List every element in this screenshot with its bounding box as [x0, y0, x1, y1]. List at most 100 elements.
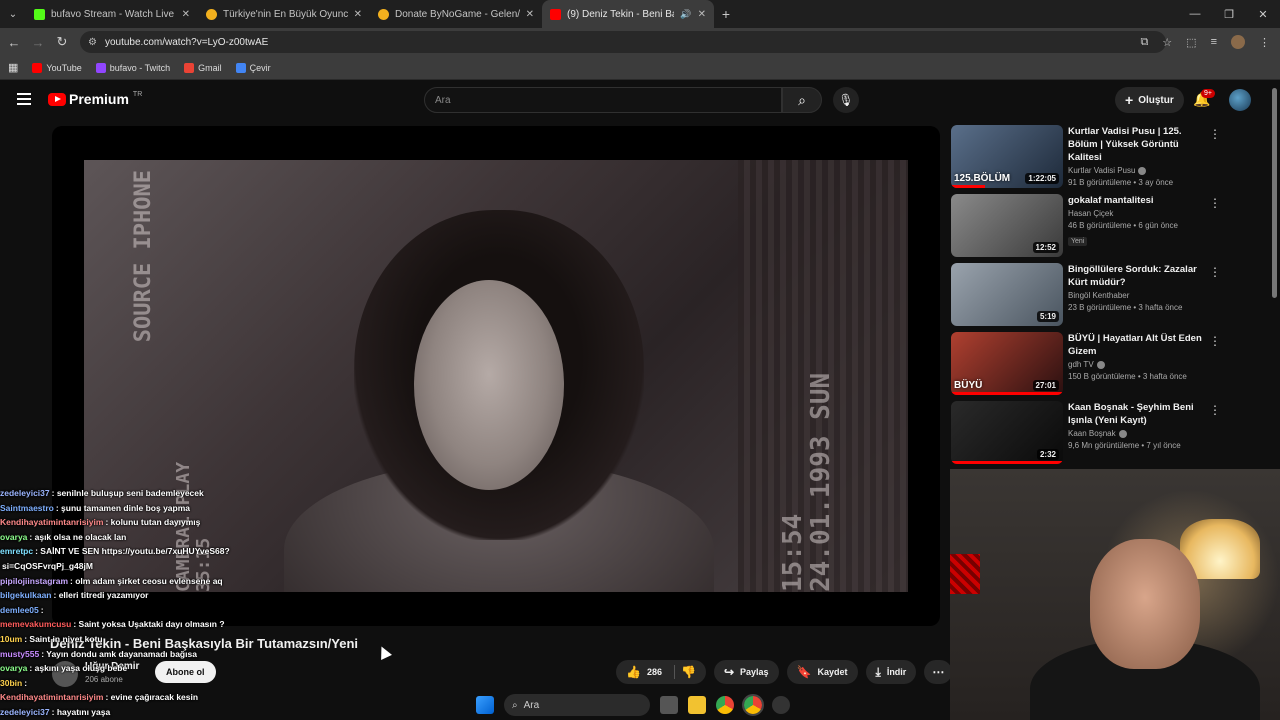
youtube-icon	[32, 62, 43, 73]
chat-text: : evine çağıracak kesin	[105, 692, 199, 703]
site-info-icon[interactable]: ⚙	[88, 37, 97, 48]
new-tab-button[interactable]: +	[714, 6, 738, 22]
video-thumbnail[interactable]: 5:19	[951, 263, 1063, 326]
close-tab-icon[interactable]: ✕	[354, 9, 362, 20]
chat-message: 10um: Saint in niyet kotu	[0, 632, 250, 647]
taskbar-search[interactable]: ⌕ Ara	[504, 694, 650, 716]
more-menu-icon[interactable]: ⋮	[1259, 36, 1270, 49]
channel-name[interactable]: Kaan Boşnak	[1068, 429, 1208, 438]
create-label: Oluştur	[1138, 94, 1174, 106]
close-window-icon[interactable]: ✕	[1246, 0, 1280, 28]
like-button[interactable]: 👍 286 👎	[616, 660, 706, 684]
restore-icon[interactable]: ❐	[1212, 0, 1246, 28]
close-tab-icon[interactable]: ✕	[526, 9, 534, 20]
bookmark-youtube[interactable]: YouTube	[32, 62, 82, 73]
windows-start-icon[interactable]	[476, 696, 494, 714]
youtube-logo-icon	[48, 92, 66, 106]
video-thumbnail[interactable]: 125.BÖLÜM 1:22:05	[951, 125, 1063, 188]
video-title[interactable]: Kaan Boşnak - Şeyhim Beni Işınla (Yeni K…	[1068, 401, 1208, 427]
recommended-video[interactable]: BÜYÜ 27:01 BÜYÜ | Hayatları Alt Üst Eden G…	[951, 332, 1231, 400]
channel-name[interactable]: gdh TV	[1068, 360, 1208, 369]
tab-title: (9) Deniz Tekin - Beni Başka	[567, 8, 674, 20]
more-options-icon[interactable]: ⋮	[1209, 127, 1221, 141]
bookmark-twitch[interactable]: bufavo - Twitch	[95, 62, 170, 73]
tab-search-button[interactable]: ⌄	[0, 0, 26, 28]
download-icon: ⤓	[875, 664, 881, 679]
browser-tab[interactable]: Donate ByNoGame - Gelen/Gid ✕	[370, 0, 542, 28]
search-icon[interactable]: ⌕	[782, 87, 822, 113]
chat-text: : aşkını yaşa oluşg bebe	[29, 663, 128, 674]
channel-name[interactable]: Kurtlar Vadisi Pusu	[1068, 166, 1208, 175]
more-options-icon[interactable]: ⋮	[1209, 265, 1221, 279]
search-icon: ⌕	[512, 699, 518, 711]
video-thumbnail[interactable]: 12:52	[951, 194, 1063, 257]
video-person-face	[414, 280, 564, 490]
cast-icon[interactable]: ⧉	[1140, 36, 1148, 49]
video-title[interactable]: gokalaf mantalitesi	[1068, 194, 1208, 207]
video-thumbnail[interactable]: BÜYÜ 27:01	[951, 332, 1063, 395]
chat-message: zedeleyici37: senilnle buluşup seni bade…	[0, 486, 250, 501]
video-actions: 👍 286 👎 ↪ Paylaş 🔖 Kaydet ⤓ İndir ⋯	[616, 660, 953, 684]
account-avatar[interactable]	[1229, 89, 1251, 111]
chat-username: 10um	[0, 633, 23, 644]
video-title[interactable]: Kurtlar Vadisi Pusu | 125. Bölüm | Yükse…	[1068, 125, 1208, 164]
share-button[interactable]: ↪ Paylaş	[713, 660, 779, 684]
chat-text: : Saint yoksa Uşaktaki dayı olmasın ?	[73, 619, 225, 630]
more-options-icon[interactable]: ⋮	[1209, 196, 1221, 210]
save-button[interactable]: 🔖 Kaydet	[786, 660, 858, 684]
youtube-premium-logo[interactable]: Premium TR	[48, 91, 142, 107]
channel-name-text: Kurtlar Vadisi Pusu	[1068, 166, 1136, 175]
reading-list-icon[interactable]: ≡	[1211, 36, 1217, 48]
page-scrollbar[interactable]	[1272, 88, 1277, 298]
chat-message: memevakumcusu: Saint yoksa Uşaktaki dayı…	[0, 617, 250, 632]
url-text: youtube.com/watch?v=LyO-z00twAE	[104, 36, 269, 48]
forward-icon[interactable]: →	[26, 28, 50, 56]
speaker-icon[interactable]: 🔊	[680, 9, 691, 20]
search-input[interactable]: Ara	[424, 87, 782, 113]
share-icon: ↪	[723, 665, 734, 679]
more-options-icon[interactable]: ⋮	[1209, 334, 1221, 348]
close-tab-icon[interactable]: ✕	[698, 9, 706, 20]
bookmark-translate[interactable]: Çevir	[235, 62, 271, 73]
extensions-icon[interactable]: ⬚	[1186, 36, 1196, 49]
url-bar[interactable]: ⚙ youtube.com/watch?v=LyO-z00twAE	[80, 31, 1166, 53]
profile-avatar[interactable]	[1231, 35, 1245, 49]
channel-name[interactable]: Hasan Çiçek	[1068, 209, 1208, 218]
chat-username: demlee05	[0, 604, 39, 615]
chrome-icon[interactable]	[716, 696, 734, 714]
menu-icon[interactable]	[17, 93, 31, 105]
task-view-icon[interactable]	[660, 696, 678, 714]
channel-name[interactable]: Bingöl Kenthaber	[1068, 291, 1208, 300]
red-object	[950, 554, 980, 594]
streamer-webcam	[950, 469, 1280, 720]
chrome-active-icon[interactable]	[742, 694, 764, 716]
back-icon[interactable]: ←	[2, 28, 26, 56]
app-icon[interactable]	[772, 696, 790, 714]
video-meta: BÜYÜ | Hayatları Alt Üst Eden Gizem gdh T…	[1068, 332, 1208, 381]
download-button[interactable]: ⤓ İndir	[865, 660, 917, 684]
chat-text: : senilnle buluşup seni bademleyecek	[51, 488, 204, 498]
video-title[interactable]: Bingöllülere Sorduk: Zazalar Kürt müdür?	[1068, 263, 1208, 289]
browser-tab-active[interactable]: (9) Deniz Tekin - Beni Başka 🔊 ✕	[542, 0, 714, 28]
recommended-video[interactable]: 5:19 Bingöllülere Sorduk: Zazalar Kürt mü…	[951, 263, 1231, 331]
video-title[interactable]: BÜYÜ | Hayatları Alt Üst Eden Gizem	[1068, 332, 1208, 358]
more-options-icon[interactable]: ⋮	[1209, 403, 1221, 417]
recommended-video[interactable]: 125.BÖLÜM 1:22:05 Kurtlar Vadisi Pusu | 12…	[951, 125, 1231, 193]
mic-icon[interactable]: 🎙	[833, 87, 859, 113]
bookmark-star-icon[interactable]: ☆	[1162, 36, 1172, 49]
bynogame-favicon-icon	[206, 8, 217, 20]
minimize-icon[interactable]: —	[1178, 0, 1212, 28]
apps-grid-icon[interactable]: ▦	[8, 61, 18, 74]
reload-icon[interactable]: ↻	[50, 28, 74, 56]
thumbs-down-icon[interactable]: 👎	[681, 665, 696, 679]
close-tab-icon[interactable]: ✕	[182, 9, 190, 20]
more-actions-button[interactable]: ⋯	[924, 660, 953, 684]
create-button[interactable]: + Oluştur	[1115, 87, 1184, 113]
file-explorer-icon[interactable]	[688, 696, 706, 714]
bookmark-gmail[interactable]: Gmail	[184, 62, 222, 73]
browser-tab[interactable]: Türkiye'nin En Büyük Oyuncu D ✕	[198, 0, 370, 28]
browser-tab[interactable]: bufavo Stream - Watch Live on ✕	[26, 0, 198, 28]
recommended-video[interactable]: 12:52 gokalaf mantalitesi Hasan Çiçek 46 B …	[951, 194, 1231, 262]
recommended-video[interactable]: 2:32 Kaan Boşnak - Şeyhim Beni Işınla (Ye…	[951, 401, 1231, 469]
video-thumbnail[interactable]: 2:32	[951, 401, 1063, 464]
